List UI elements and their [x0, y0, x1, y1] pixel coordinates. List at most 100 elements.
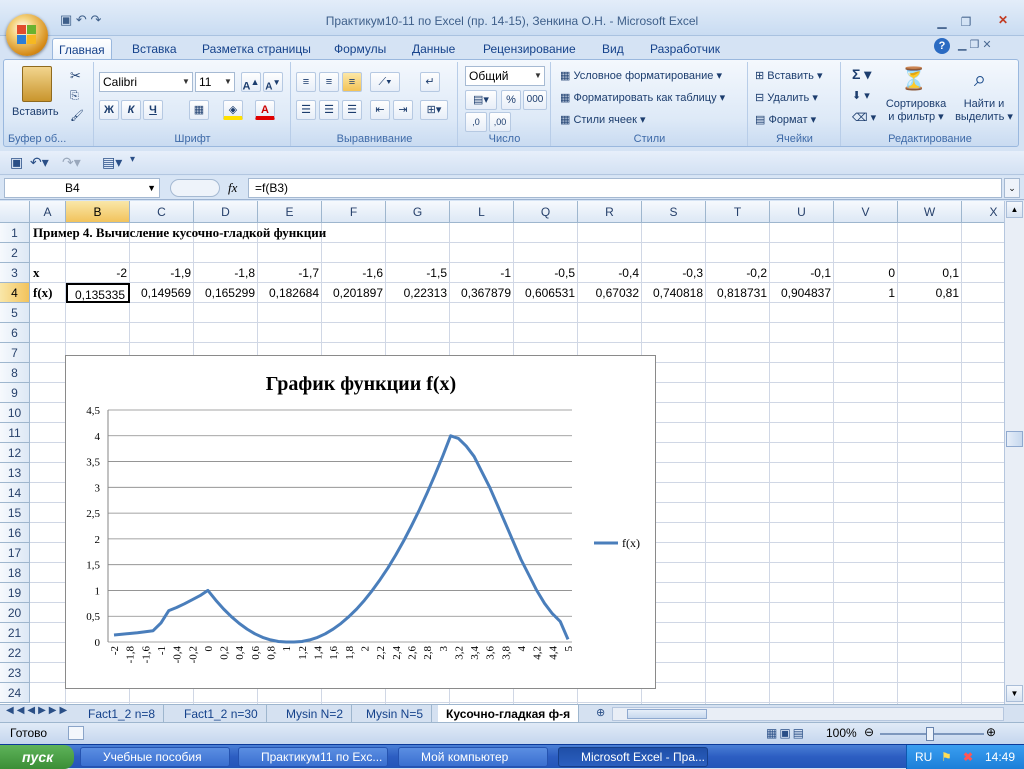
sheet-tab[interactable]: Mysin N=2	[278, 705, 353, 723]
task-item[interactable]: Учебные пособия	[80, 747, 230, 767]
row-header-24[interactable]: 24	[0, 683, 30, 703]
grow-font-button[interactable]: A▲	[241, 72, 261, 93]
save-icon[interactable]: ▣	[10, 154, 23, 171]
cell-styles-button[interactable]: ▦ Стили ячеек ▾	[560, 112, 646, 128]
binoculars-icon[interactable]: ⌕	[966, 66, 994, 94]
cell-row4[interactable]: 0,818731	[706, 283, 770, 303]
cell-row4[interactable]: 0,81	[898, 283, 962, 303]
help-icon[interactable]: ?	[934, 38, 950, 54]
row-header-21[interactable]: 21	[0, 623, 30, 643]
column-header-l[interactable]: L	[450, 201, 514, 223]
zoom-in-icon[interactable]: ⊕	[986, 725, 996, 739]
redo-icon[interactable]: ↷	[90, 12, 101, 27]
cell-row4[interactable]: 0,740818	[642, 283, 706, 303]
undo-icon[interactable]: ↶▾	[30, 154, 49, 171]
scroll-up-arrow[interactable]: ▲	[1006, 201, 1023, 218]
bold-button[interactable]: Ж	[99, 100, 119, 120]
decrease-decimal-button[interactable]: ,00	[489, 112, 511, 132]
tab-view[interactable]: Вид	[596, 38, 630, 60]
row-header-11[interactable]: 11	[0, 423, 30, 443]
insert-sheet-icon[interactable]: ⊕	[596, 706, 612, 722]
cell-row3[interactable]: -1	[450, 263, 514, 283]
font-color-button[interactable]: A	[255, 100, 275, 120]
delete-cells-button[interactable]: ⊟ Удалить ▾	[755, 90, 818, 106]
chart[interactable]: График функции f(x) 0 0,5 1 1,5 2 2,5 3 3,5 4 4,5…	[65, 355, 656, 689]
tab-home[interactable]: Главная	[52, 38, 112, 60]
row-header-10[interactable]: 10	[0, 403, 30, 423]
number-format-combo[interactable]: Общий ▼	[465, 66, 545, 86]
row-header-12[interactable]: 12	[0, 443, 30, 463]
column-header-v[interactable]: V	[834, 201, 898, 223]
fx-icon[interactable]: fx	[228, 180, 237, 196]
align-top-button[interactable]: ≡	[296, 72, 316, 92]
start-button[interactable]: пуск	[0, 745, 74, 769]
name-box[interactable]: B4 ▼	[4, 178, 160, 198]
zoom-level[interactable]: 100%	[826, 726, 857, 740]
copy-icon[interactable]: ⎘	[70, 88, 79, 104]
format-cells-button[interactable]: ▤ Формат ▾	[755, 112, 816, 128]
cell-row3[interactable]: -1,8	[194, 263, 258, 283]
currency-button[interactable]: ▤▾	[465, 90, 497, 110]
row-header-16[interactable]: 16	[0, 523, 30, 543]
chevron-down-icon[interactable]: ▼	[147, 179, 156, 197]
worksheet-grid[interactable]: ABCDEFGLQRSTUVWX 1 2 3 4 5 6 7 8 9 10 11 12 13 14 15 16…	[0, 201, 1004, 704]
redo-icon[interactable]: ↷▾	[62, 154, 81, 171]
security-alert-icon[interactable]: ✖	[963, 745, 973, 769]
underline-button[interactable]: Ч	[143, 100, 163, 120]
column-header-g[interactable]: G	[386, 201, 450, 223]
sheet-tab[interactable]: Mysin N=5	[358, 705, 433, 723]
insert-cells-button[interactable]: ⊞ Вставить ▾	[755, 68, 823, 84]
row-header-1[interactable]: 1	[0, 223, 30, 243]
cell-row3[interactable]: -1,7	[258, 263, 322, 283]
row-header-14[interactable]: 14	[0, 483, 30, 503]
column-header-w[interactable]: W	[898, 201, 962, 223]
cell-row3[interactable]: -0,3	[642, 263, 706, 283]
borders-button[interactable]: ▦	[189, 100, 209, 120]
macro-record-icon[interactable]	[68, 726, 84, 740]
scroll-thumb[interactable]	[1006, 431, 1023, 447]
format-painter-icon[interactable]: 🖌	[70, 108, 84, 124]
row-header-22[interactable]: 22	[0, 643, 30, 663]
tab-page-layout[interactable]: Разметка страницы	[196, 38, 317, 60]
column-header-d[interactable]: D	[194, 201, 258, 223]
column-header-r[interactable]: R	[578, 201, 642, 223]
column-header-a[interactable]: A	[30, 201, 66, 223]
clear-button[interactable]: ⌫ ▾	[852, 110, 876, 126]
shield-icon[interactable]: ⚑	[941, 745, 952, 769]
active-cell-b4[interactable]: 0,135335	[66, 283, 130, 303]
row-header-5[interactable]: 5	[0, 303, 30, 323]
sheet-tab[interactable]: Fact1_2 n=8	[80, 705, 165, 723]
row-header-23[interactable]: 23	[0, 663, 30, 683]
align-right-button[interactable]: ☰	[342, 100, 362, 120]
cell-row3[interactable]: -0,2	[706, 263, 770, 283]
row-header-8[interactable]: 8	[0, 363, 30, 383]
expand-formula-icon[interactable]: ⌄	[1004, 178, 1020, 198]
cell-a3[interactable]: x	[33, 263, 63, 283]
cell-row4[interactable]: 0,367879	[450, 283, 514, 303]
row-header-15[interactable]: 15	[0, 503, 30, 523]
language-indicator[interactable]: RU	[915, 745, 932, 769]
column-header-c[interactable]: C	[130, 201, 194, 223]
increase-decimal-button[interactable]: ,0	[465, 112, 487, 132]
row-header-20[interactable]: 20	[0, 603, 30, 623]
decrease-indent-button[interactable]: ⇤	[370, 100, 390, 120]
format-as-table-button[interactable]: ▦ Форматировать как таблицу ▾	[560, 90, 725, 106]
sort-filter-button[interactable]: Сортировка и фильтр ▾	[882, 98, 950, 124]
office-button[interactable]	[6, 14, 48, 56]
cell-row3[interactable]: -1,5	[386, 263, 450, 283]
column-header-t[interactable]: T	[706, 201, 770, 223]
tab-formulas[interactable]: Формулы	[328, 38, 392, 60]
cell-row3[interactable]: -1,9	[130, 263, 194, 283]
find-select-button[interactable]: Найти и выделить ▾	[952, 98, 1016, 124]
cell-row3[interactable]: -0,5	[514, 263, 578, 283]
row-header-4[interactable]: 4	[0, 283, 30, 303]
cell-row4[interactable]: 0	[962, 283, 1004, 303]
tab-insert[interactable]: Вставка	[126, 38, 183, 60]
column-header-x[interactable]: X	[962, 201, 1004, 223]
paste-icon[interactable]	[22, 66, 52, 102]
undo-icon[interactable]: ↶	[76, 12, 87, 27]
cell-row3[interactable]: -2	[66, 263, 130, 283]
formula-bar-resize[interactable]	[170, 179, 220, 197]
cell-row4[interactable]: 0,606531	[514, 283, 578, 303]
align-center-button[interactable]: ☰	[319, 100, 339, 120]
